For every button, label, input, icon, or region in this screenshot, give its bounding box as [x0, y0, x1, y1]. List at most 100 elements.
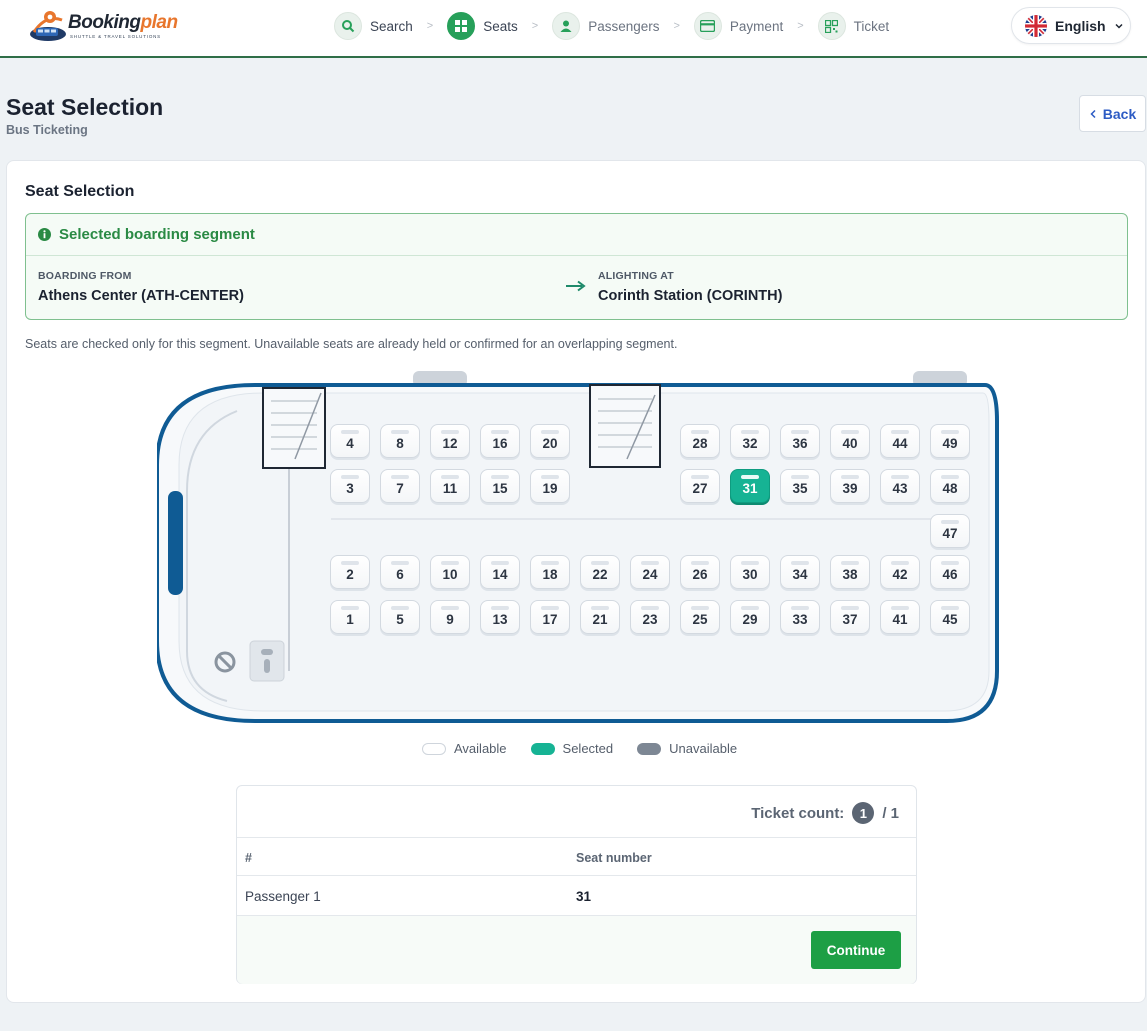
step-payment-label: Payment — [729, 18, 784, 34]
seat-10[interactable]: 10 — [430, 555, 470, 589]
seat-23[interactable]: 23 — [630, 600, 670, 634]
seat-9[interactable]: 9 — [430, 600, 470, 634]
seat-32[interactable]: 32 — [730, 424, 770, 458]
qr-code-icon — [817, 12, 846, 40]
seat-2[interactable]: 2 — [330, 555, 370, 589]
chevron-down-icon — [1115, 23, 1123, 29]
seat-27[interactable]: 27 — [680, 469, 720, 503]
seat-20[interactable]: 20 — [530, 424, 570, 458]
segment-heading: Selected boarding segment — [59, 226, 255, 243]
no-entry-icon — [214, 651, 236, 673]
seat-3[interactable]: 3 — [330, 469, 370, 503]
seat-18[interactable]: 18 — [530, 555, 570, 589]
step-passengers-label: Passengers — [588, 18, 660, 34]
seat-37[interactable]: 37 — [830, 600, 870, 634]
seat-8[interactable]: 8 — [380, 424, 420, 458]
seat-selection-card: Seat Selection Selected boarding segment… — [6, 160, 1146, 1003]
ticket-count-label: Ticket count: — [751, 804, 845, 822]
user-icon — [552, 12, 581, 40]
seat-42[interactable]: 42 — [880, 555, 920, 589]
language-selector[interactable]: English — [1011, 7, 1131, 44]
step-passengers[interactable]: Passengers — [552, 11, 659, 41]
seat-46[interactable]: 46 — [930, 555, 970, 589]
chevron-right-icon: > — [797, 20, 804, 32]
seat-28[interactable]: 28 — [680, 424, 720, 458]
seat-49[interactable]: 49 — [930, 424, 970, 458]
step-seats[interactable]: Seats — [447, 11, 518, 41]
segment-note: Seats are checked only for this segment.… — [25, 337, 678, 351]
ticket-count: Ticket count: 1 / 1 — [751, 802, 899, 824]
seat-29[interactable]: 29 — [730, 600, 770, 634]
chevron-left-icon — [1090, 109, 1096, 118]
card-title: Seat Selection — [25, 183, 135, 200]
step-ticket[interactable]: Ticket — [817, 11, 889, 41]
seat-11[interactable]: 11 — [430, 469, 470, 503]
seat-14[interactable]: 14 — [480, 555, 520, 589]
ticket-count-badge: 1 — [852, 802, 875, 824]
seat-4[interactable]: 4 — [330, 424, 370, 458]
seat-15[interactable]: 15 — [480, 469, 520, 503]
language-label: English — [1055, 17, 1106, 34]
seat-43[interactable]: 43 — [880, 469, 920, 503]
seat-47[interactable]: 47 — [930, 514, 970, 548]
brand-name: Bookingplan — [68, 12, 178, 33]
seat-45[interactable]: 45 — [930, 600, 970, 634]
seat-legend: Available Selected Unavailable — [422, 741, 761, 756]
back-button[interactable]: Back — [1079, 95, 1146, 132]
chevron-right-icon: > — [531, 20, 539, 32]
step-payment[interactable]: Payment — [693, 11, 784, 41]
seat-34[interactable]: 34 — [780, 555, 820, 589]
bus-logo-icon — [30, 11, 66, 41]
page-title: Seat Selection — [6, 94, 164, 120]
back-button-label: Back — [1102, 105, 1137, 122]
alighting-at: ALIGHTING AT Corinth Station (CORINTH) — [598, 270, 782, 304]
available-swatch — [422, 742, 446, 755]
step-search[interactable]: Search — [334, 11, 413, 41]
alighting-label: ALIGHTING AT — [598, 270, 674, 282]
seat-35[interactable]: 35 — [780, 469, 820, 503]
seat-26[interactable]: 26 — [680, 555, 720, 589]
chevron-right-icon: > — [426, 20, 434, 32]
search-icon — [334, 12, 362, 40]
seat-39[interactable]: 39 — [830, 469, 870, 503]
seat-40[interactable]: 40 — [830, 424, 870, 458]
seat-19[interactable]: 19 — [530, 469, 570, 503]
seat-30[interactable]: 30 — [730, 555, 770, 589]
alighting-value: Corinth Station (CORINTH) — [598, 288, 783, 304]
brand-tagline: SHUTTLE & TRAVEL SOLUTIONS — [70, 34, 161, 39]
seat-21[interactable]: 21 — [580, 600, 620, 634]
seat-5[interactable]: 5 — [380, 600, 420, 634]
brand-logo[interactable]: Bookingplan SHUTTLE & TRAVEL SOLUTIONS — [28, 6, 178, 46]
seat-6[interactable]: 6 — [380, 555, 420, 589]
uk-flag-icon — [1025, 14, 1047, 37]
seat-41[interactable]: 41 — [880, 600, 920, 634]
boarding-label: BOARDING FROM — [38, 270, 132, 282]
credit-card-icon — [693, 12, 722, 40]
chevron-right-icon: > — [673, 20, 680, 32]
step-search-label: Search — [370, 18, 413, 34]
seat-12[interactable]: 12 — [430, 424, 470, 458]
seat-31[interactable]: 31 — [730, 469, 770, 503]
seat-1[interactable]: 1 — [330, 600, 370, 634]
seat-25[interactable]: 25 — [680, 600, 720, 634]
seat-38[interactable]: 38 — [830, 555, 870, 589]
seat-13[interactable]: 13 — [480, 600, 520, 634]
selected-swatch — [530, 742, 555, 755]
seat-17[interactable]: 17 — [530, 600, 570, 634]
checkout-steps: Search > Seats > Passengers > Payment > — [334, 11, 889, 41]
seat-36[interactable]: 36 — [780, 424, 820, 458]
continue-button[interactable]: Continue — [811, 931, 901, 969]
ticket-count-total: / 1 — [882, 804, 899, 822]
passenger-seat: 31 — [576, 889, 592, 904]
seat-22[interactable]: 22 — [580, 555, 620, 589]
seat-48[interactable]: 48 — [930, 469, 970, 503]
seat-24[interactable]: 24 — [630, 555, 670, 589]
seat-16[interactable]: 16 — [480, 424, 520, 458]
col-number-header: # — [245, 851, 252, 865]
unavailable-swatch — [637, 742, 662, 755]
ticket-summary: Ticket count: 1 / 1 # Seat number Passen… — [236, 785, 917, 984]
seat-7[interactable]: 7 — [380, 469, 420, 503]
seat-44[interactable]: 44 — [880, 424, 920, 458]
col-seat-header: Seat number — [576, 851, 652, 865]
seat-33[interactable]: 33 — [780, 600, 820, 634]
